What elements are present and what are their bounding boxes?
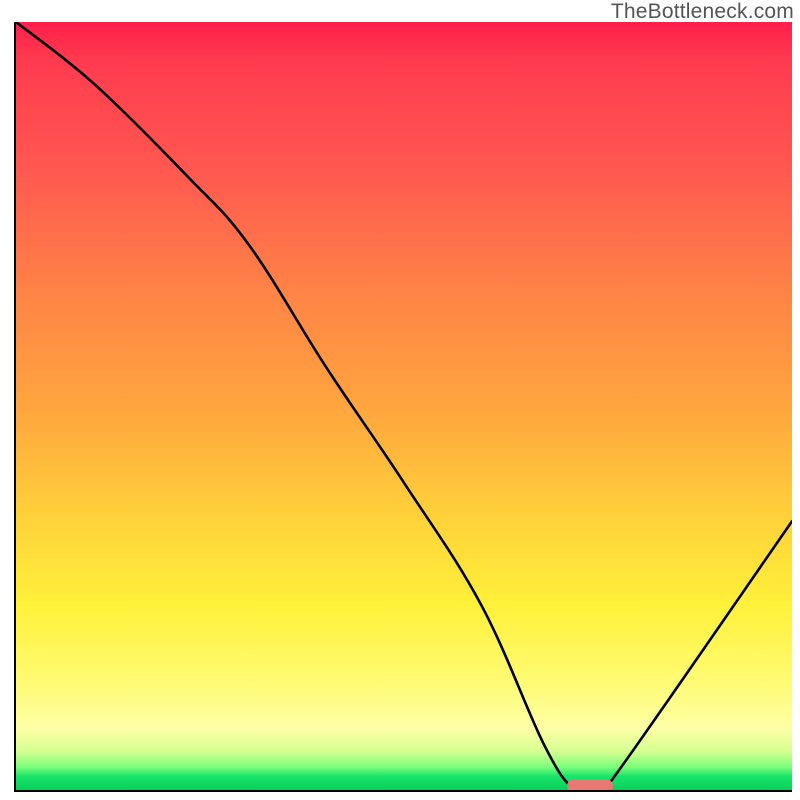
bottleneck-curve [16,22,792,790]
watermark-text: TheBottleneck.com [611,0,794,24]
chart-container: TheBottleneck.com [0,0,800,800]
plot-area [14,22,792,792]
